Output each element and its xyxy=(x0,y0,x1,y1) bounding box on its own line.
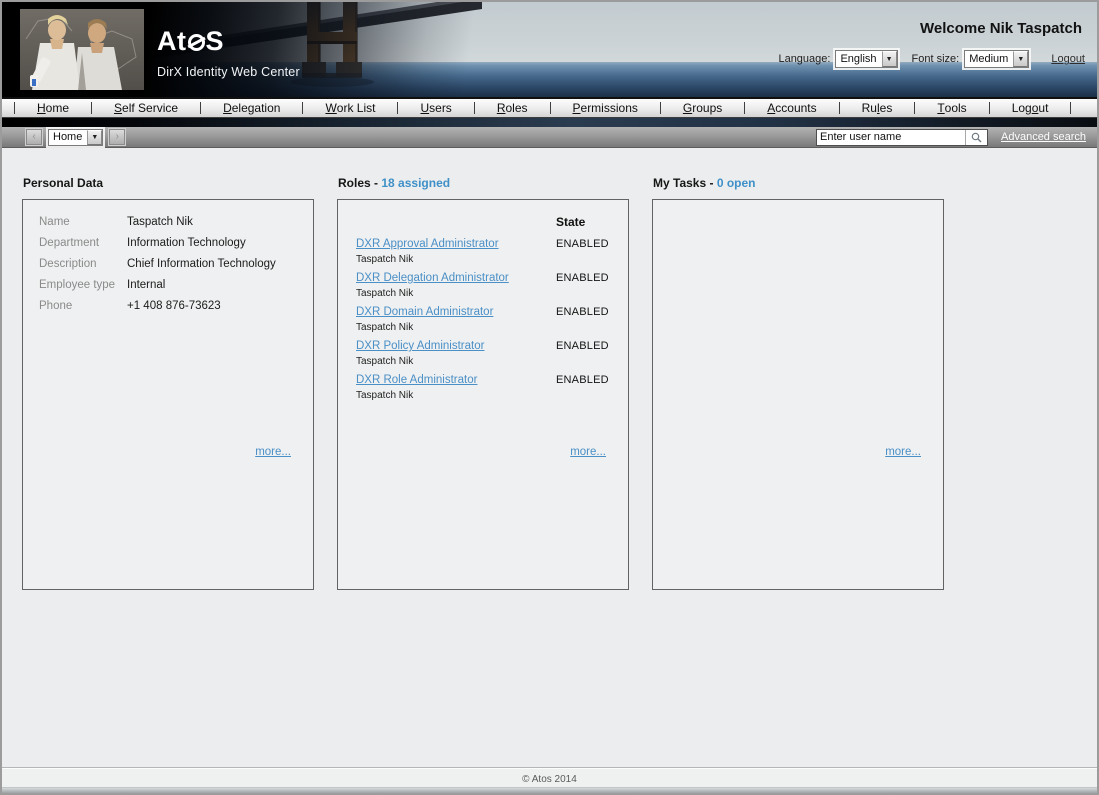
role-link[interactable]: DXR Role Administrator xyxy=(356,373,556,388)
chevron-down-icon[interactable]: ▼ xyxy=(882,51,897,67)
header-controls: Language: English ▼ Font size: Medium ▼ … xyxy=(778,50,1085,68)
role-row: DXR Approval Administrator Taspatch Nik E… xyxy=(356,237,618,266)
search-icon xyxy=(971,132,982,143)
language-select[interactable]: English ▼ xyxy=(835,50,897,68)
nav-tab-logout[interactable]: Logout xyxy=(990,99,1071,117)
tasks-column: My Tasks - 0 open more... xyxy=(652,176,944,590)
back-button[interactable]: ‹ xyxy=(26,129,42,145)
chevron-down-icon[interactable]: ▼ xyxy=(87,130,102,145)
roles-panel: State DXR Approval Administrator Taspatch… xyxy=(337,199,629,590)
main-nav: Home Self Service Delegation Work List U… xyxy=(2,97,1097,118)
forward-button[interactable]: › xyxy=(109,129,125,145)
people-photo xyxy=(20,9,144,90)
role-link[interactable]: DXR Approval Administrator xyxy=(356,237,556,252)
footer: © Atos 2014 xyxy=(2,767,1097,787)
role-owner: Taspatch Nik xyxy=(356,254,556,266)
nav-tab-self-service[interactable]: Self Service xyxy=(92,99,200,117)
role-state: ENABLED xyxy=(556,373,609,402)
app-window: At S DirX Identity Web Center Welcome Nik… xyxy=(0,0,1099,795)
roles-title: Roles - 18 assigned xyxy=(337,176,629,190)
field-row-name: Name Taspatch Nik xyxy=(39,215,303,230)
roles-header-row: State xyxy=(356,215,618,229)
atos-logo-text-post: S xyxy=(206,26,225,56)
roles-more-link[interactable]: more... xyxy=(570,446,606,458)
language-label: Language: xyxy=(778,53,830,65)
user-search-box xyxy=(816,129,988,146)
font-size-label: Font size: xyxy=(912,53,960,65)
header-image-strip xyxy=(2,118,1097,127)
atos-slashed-o-icon xyxy=(188,34,205,51)
role-row: DXR Domain Administrator Taspatch Nik ENA… xyxy=(356,305,618,334)
role-row: DXR Role Administrator Taspatch Nik ENABL… xyxy=(356,373,618,402)
brand-block: At S DirX Identity Web Center xyxy=(157,26,300,79)
header-banner: At S DirX Identity Web Center Welcome Nik… xyxy=(2,2,1097,97)
breadcrumb-select-value: Home xyxy=(49,130,87,145)
state-column-header: State xyxy=(556,215,585,229)
roles-count: 18 assigned xyxy=(381,176,450,190)
role-link[interactable]: DXR Policy Administrator xyxy=(356,339,556,354)
role-link[interactable]: DXR Delegation Administrator xyxy=(356,271,556,286)
font-size-select[interactable]: Medium ▼ xyxy=(964,50,1029,68)
atos-logo: At S xyxy=(157,26,300,56)
tasks-more-link[interactable]: more... xyxy=(885,446,921,458)
search-input[interactable] xyxy=(817,130,965,145)
language-select-value: English xyxy=(836,51,881,67)
personal-data-panel: Name Taspatch Nik Department Information… xyxy=(22,199,314,590)
role-state: ENABLED xyxy=(556,339,609,368)
product-subtitle: DirX Identity Web Center xyxy=(157,65,300,79)
main-content: Personal Data Name Taspatch Nik Departme… xyxy=(2,148,1097,767)
role-owner: Taspatch Nik xyxy=(356,356,556,368)
search-button[interactable] xyxy=(966,130,987,145)
field-row-employee-type: Employee type Internal xyxy=(39,278,303,293)
field-row-phone: Phone +1 408 876-73623 xyxy=(39,299,303,314)
tasks-panel: more... xyxy=(652,199,944,590)
breadcrumb-select[interactable]: Home ▼ xyxy=(48,129,103,146)
field-row-description: Description Chief Information Technology xyxy=(39,257,303,272)
nav-tab-home[interactable]: Home xyxy=(15,99,91,117)
nav-tab-users[interactable]: Users xyxy=(398,99,473,117)
font-size-select-value: Medium xyxy=(965,51,1013,67)
tasks-count: 0 open xyxy=(717,176,756,190)
nav-tab-tools[interactable]: Tools xyxy=(915,99,988,117)
role-row: DXR Delegation Administrator Taspatch Nik… xyxy=(356,271,618,300)
role-owner: Taspatch Nik xyxy=(356,390,556,402)
atos-logo-text-pre: At xyxy=(157,26,187,56)
role-state: ENABLED xyxy=(556,271,609,300)
role-owner: Taspatch Nik xyxy=(356,288,556,300)
header-logout-link[interactable]: Logout xyxy=(1051,53,1085,65)
tasks-title: My Tasks - 0 open xyxy=(652,176,944,190)
nav-tab-roles[interactable]: Roles xyxy=(475,99,550,117)
nav-tab-work-list[interactable]: Work List xyxy=(303,99,397,117)
role-state: ENABLED xyxy=(556,305,609,334)
nav-tab-delegation[interactable]: Delegation xyxy=(201,99,302,117)
nav-tab-permissions[interactable]: Permissions xyxy=(551,99,660,117)
role-owner: Taspatch Nik xyxy=(356,322,556,334)
search-area: Advanced search xyxy=(816,129,1086,146)
chevron-down-icon[interactable]: ▼ xyxy=(1013,51,1028,67)
nav-separator xyxy=(1070,102,1071,114)
breadcrumb-toolbar: ‹ Home ▼ › Advanced search xyxy=(2,127,1097,148)
field-row-department: Department Information Technology xyxy=(39,236,303,251)
personal-data-column: Personal Data Name Taspatch Nik Departme… xyxy=(22,176,314,590)
window-bottom-strip xyxy=(2,787,1097,793)
role-link[interactable]: DXR Domain Administrator xyxy=(356,305,556,320)
copyright-text: © Atos 2014 xyxy=(522,774,577,785)
welcome-text: Welcome Nik Taspatch xyxy=(920,20,1082,37)
nav-tab-groups[interactable]: Groups xyxy=(661,99,744,117)
nav-tab-rules[interactable]: Rules xyxy=(840,99,915,117)
nav-tab-accounts[interactable]: Accounts xyxy=(745,99,838,117)
personal-data-title: Personal Data xyxy=(22,176,314,190)
personal-more-link[interactable]: more... xyxy=(255,446,291,458)
role-row: DXR Policy Administrator Taspatch Nik ENA… xyxy=(356,339,618,368)
roles-column: Roles - 18 assigned State DXR Approval A… xyxy=(337,176,629,590)
advanced-search-link[interactable]: Advanced search xyxy=(1001,131,1086,143)
role-state: ENABLED xyxy=(556,237,609,266)
